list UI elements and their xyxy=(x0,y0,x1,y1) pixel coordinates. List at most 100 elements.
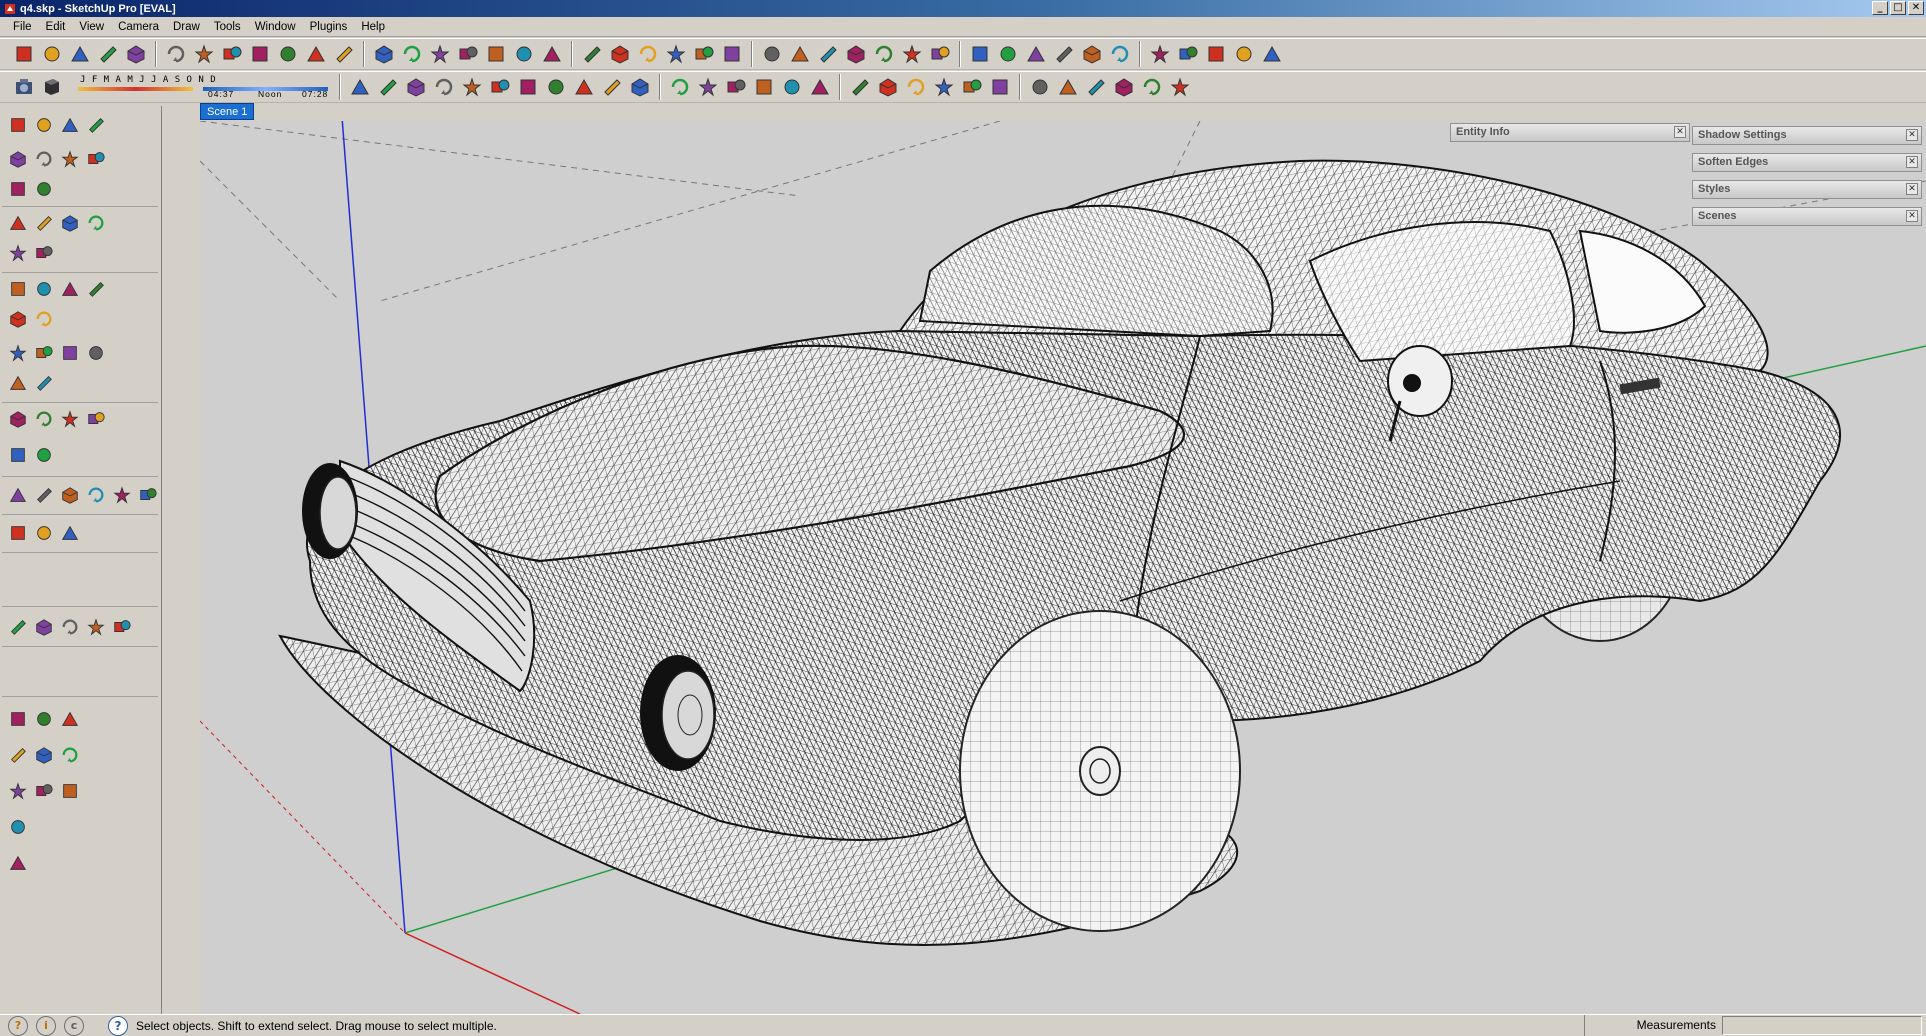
dimension-button[interactable] xyxy=(32,276,56,302)
user-icon[interactable]: c xyxy=(64,1015,84,1036)
top-view-button[interactable] xyxy=(578,40,606,68)
left-view-button[interactable] xyxy=(690,40,718,68)
drape-button[interactable] xyxy=(58,520,82,546)
front-view-button[interactable] xyxy=(606,40,634,68)
polygon-button[interactable] xyxy=(6,176,30,202)
pan-button[interactable] xyxy=(32,340,56,366)
offset-button[interactable] xyxy=(32,240,56,266)
materials-button[interactable] xyxy=(6,442,30,468)
drape-button[interactable] xyxy=(1022,40,1050,68)
shaded-button[interactable] xyxy=(814,40,842,68)
dimension-button[interactable] xyxy=(694,73,722,101)
sandbox-button[interactable] xyxy=(898,40,926,68)
fredo-tools-button[interactable] xyxy=(32,706,56,732)
zoom-window-button[interactable] xyxy=(84,340,108,366)
section-plane-button[interactable] xyxy=(482,40,510,68)
subtract-button[interactable] xyxy=(902,73,930,101)
artisan-button[interactable] xyxy=(1110,73,1138,101)
look-around-button[interactable] xyxy=(32,406,56,432)
text-button[interactable] xyxy=(84,276,108,302)
position-camera-button[interactable] xyxy=(6,406,30,432)
iso-view-button[interactable] xyxy=(6,482,30,508)
measurements-input[interactable] xyxy=(1722,1016,1922,1035)
extrude-button[interactable] xyxy=(598,73,626,101)
solid-tools-button[interactable] xyxy=(778,73,806,101)
circle-button[interactable] xyxy=(58,146,82,172)
right-view-button[interactable] xyxy=(634,40,662,68)
arc3-button[interactable] xyxy=(402,73,430,101)
polygon-button[interactable] xyxy=(458,73,486,101)
smoove-button[interactable] xyxy=(966,40,994,68)
scenes-panel[interactable]: Scenes ✕ xyxy=(1692,207,1922,226)
orbit-button[interactable] xyxy=(370,40,398,68)
drawing-viewport[interactable] xyxy=(200,121,1926,1014)
split-button[interactable] xyxy=(570,73,598,101)
intersect-button[interactable] xyxy=(846,73,874,101)
follow-me-button[interactable] xyxy=(84,210,108,236)
menu-camera[interactable]: Camera xyxy=(111,21,166,33)
follow-me-button[interactable] xyxy=(626,73,654,101)
styles-panel[interactable]: Styles ✕ xyxy=(1692,180,1922,199)
move-button[interactable] xyxy=(274,40,302,68)
right-view-button[interactable] xyxy=(84,482,108,508)
back-view-button[interactable] xyxy=(662,40,690,68)
geo-location-icon[interactable]: ? xyxy=(8,1015,28,1036)
orbit-button[interactable] xyxy=(6,340,30,366)
redo-rotate-button[interactable] xyxy=(110,614,134,640)
menu-plugins[interactable]: Plugins xyxy=(303,21,355,33)
close-button[interactable]: ✕ xyxy=(1908,1,1924,15)
close-icon[interactable]: ✕ xyxy=(1906,210,1918,222)
scale-button[interactable] xyxy=(6,240,30,266)
textured-button[interactable] xyxy=(842,40,870,68)
stamp-button[interactable] xyxy=(994,40,1022,68)
gear-button[interactable] xyxy=(58,778,82,804)
protractor-button[interactable] xyxy=(58,276,82,302)
eraser-button[interactable] xyxy=(162,40,190,68)
tools-button[interactable] xyxy=(1166,73,1194,101)
subdivide-button[interactable] xyxy=(1082,73,1110,101)
contour-button[interactable] xyxy=(926,40,954,68)
split-solid-button[interactable] xyxy=(958,73,986,101)
curve-tools-button[interactable] xyxy=(346,73,374,101)
wireframe-button[interactable] xyxy=(758,40,786,68)
credits-icon[interactable]: i xyxy=(36,1015,56,1036)
close-icon[interactable]: ✕ xyxy=(1906,183,1918,195)
tape-measure-button[interactable] xyxy=(218,40,246,68)
components-button[interactable] xyxy=(666,73,694,101)
help-icon[interactable]: ? xyxy=(108,1015,128,1036)
outer-shell-button[interactable] xyxy=(806,73,834,101)
round-corner-button[interactable] xyxy=(1026,73,1054,101)
vertex-tools-button[interactable] xyxy=(1138,73,1166,101)
zoom-extents-button[interactable] xyxy=(454,40,482,68)
camera-button[interactable] xyxy=(10,73,38,101)
components-button[interactable] xyxy=(32,442,56,468)
select-button[interactable] xyxy=(6,112,30,138)
spray-button[interactable] xyxy=(32,778,56,804)
menu-tools[interactable]: Tools xyxy=(207,21,248,33)
add-detail-button[interactable] xyxy=(1050,40,1078,68)
pan-button[interactable] xyxy=(398,40,426,68)
push-pull-button[interactable] xyxy=(32,210,56,236)
extinguisher-button[interactable] xyxy=(6,778,30,804)
entity-info-panel[interactable]: Entity Info ✕ xyxy=(1450,123,1690,142)
select-button[interactable] xyxy=(10,40,38,68)
shadow-date-time-slider[interactable]: J F M A M J J A S O N D 04:37 Noon 07:28 xyxy=(78,74,328,100)
flip-button[interactable] xyxy=(750,73,778,101)
section-display-button[interactable] xyxy=(510,40,538,68)
scale-button[interactable] xyxy=(722,73,750,101)
offset-button[interactable] xyxy=(330,40,358,68)
hidden-line-button[interactable] xyxy=(786,40,814,68)
menu-file[interactable]: File xyxy=(6,21,39,33)
xray-button[interactable] xyxy=(718,40,746,68)
rectangle-button[interactable] xyxy=(66,40,94,68)
freehand-button[interactable] xyxy=(32,176,56,202)
fredo-stretch-button[interactable] xyxy=(58,706,82,732)
line-button[interactable] xyxy=(32,146,56,172)
menu-draw[interactable]: Draw xyxy=(166,21,207,33)
fredo-scale-button[interactable] xyxy=(6,706,30,732)
date-slider-track[interactable] xyxy=(78,87,193,91)
smoove-button[interactable] xyxy=(6,520,30,546)
push-pull-button[interactable] xyxy=(246,40,274,68)
freehand-button[interactable] xyxy=(486,73,514,101)
trees-button[interactable] xyxy=(32,742,56,768)
